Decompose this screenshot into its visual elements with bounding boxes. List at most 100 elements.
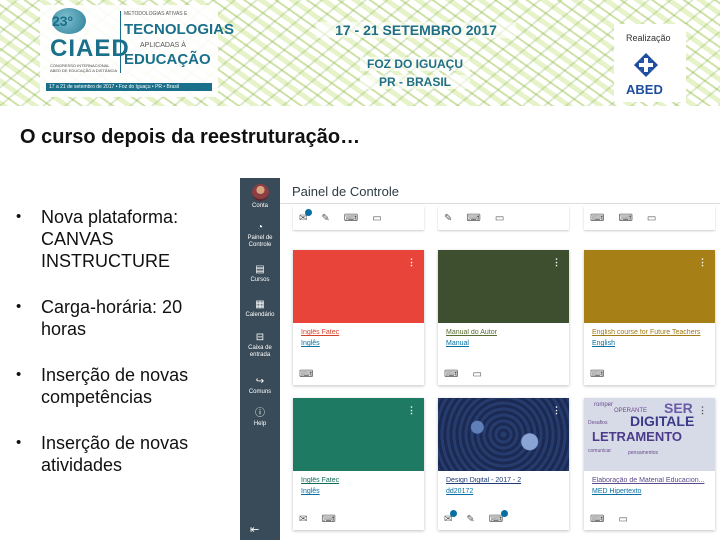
course-code[interactable]: Inglês bbox=[301, 340, 320, 347]
logo-footer: 17 a 21 de setembro de 2017 • Foz do Igu… bbox=[46, 83, 212, 91]
nav-courses[interactable]: ▤ Cursos bbox=[240, 264, 280, 284]
card-actions: ⌨ bbox=[299, 369, 313, 380]
files-icon[interactable]: ▭ bbox=[618, 514, 627, 525]
course-code[interactable]: dd20172 bbox=[446, 488, 473, 495]
card-options-icon[interactable]: ⋮ bbox=[552, 258, 561, 267]
nav-label: Caixa de entrada bbox=[248, 345, 272, 358]
course-title[interactable]: English course for Future Teachers bbox=[592, 329, 712, 336]
bullet-item: • Nova plataforma: CANVAS INSTRUCTURE bbox=[16, 206, 231, 272]
card-actions: ⌨ ⌨ ▭ bbox=[590, 213, 656, 224]
nav-label: Comuns bbox=[248, 389, 272, 395]
wordcloud-word: Desafios bbox=[588, 420, 608, 426]
nav-label: Cursos bbox=[250, 277, 270, 283]
course-code[interactable]: English bbox=[592, 340, 615, 347]
announcements-icon[interactable]: ✉ bbox=[444, 510, 458, 525]
card-actions: ⌨ ▭ bbox=[590, 514, 628, 525]
bullet-item: • Inserção de novas competências bbox=[16, 364, 231, 408]
collapse-nav-icon[interactable]: ⇤ bbox=[250, 523, 259, 536]
bullet-item: • Inserção de novas atividades bbox=[16, 432, 231, 476]
card-options-icon[interactable]: ⋮ bbox=[698, 258, 707, 267]
course-code[interactable]: MED Hipertexto bbox=[592, 488, 641, 495]
global-navigation: Conta ◔ Painel de Controle ▤ Cursos ▦ Ca… bbox=[240, 178, 280, 540]
ciaed-logo: 23º CIAED CONGRESSO INTERNACIONAL ABED D… bbox=[40, 5, 234, 97]
wordcloud-word: OPERANTE bbox=[614, 408, 648, 414]
files-icon[interactable]: ▭ bbox=[472, 369, 481, 380]
card-options-icon[interactable]: ⋮ bbox=[698, 406, 707, 415]
bullet-dot: • bbox=[16, 366, 22, 383]
course-card[interactable]: ⋮ Manual do Autor Manual ⌨ ▭ bbox=[438, 250, 569, 385]
course-title[interactable]: Inglês Fatec bbox=[301, 477, 421, 484]
discussions-icon[interactable]: ⌨ bbox=[321, 514, 335, 525]
course-title[interactable]: Design Digital - 2017 - 2 bbox=[446, 477, 566, 484]
dashboard-content: Painel de Controle ✉ ✎ ⌨ ▭ ✎ ⌨ ▭ ⌨ ⌨ ▭ ⋮… bbox=[280, 178, 720, 540]
nav-help[interactable]: ⓘ Help bbox=[240, 408, 280, 428]
card-actions: ⌨ ▭ bbox=[444, 369, 482, 380]
commons-icon: ↪ bbox=[255, 376, 265, 387]
course-code[interactable]: Inglês bbox=[301, 488, 320, 495]
bullet-text: Carga-horária: 20 horas bbox=[41, 297, 183, 339]
bullet-text: Nova plataforma: CANVAS INSTRUCTURE bbox=[41, 207, 179, 271]
announcements-icon[interactable]: ✉ bbox=[299, 209, 313, 224]
nav-commons[interactable]: ↪ Comuns bbox=[240, 376, 280, 396]
help-icon: ⓘ bbox=[255, 408, 265, 419]
discussions-icon[interactable]: ⌨ bbox=[590, 369, 604, 380]
course-card[interactable]: SER DIGITALE LETRAMENTO romper OPERANTE … bbox=[584, 398, 715, 530]
course-card-partial[interactable]: ⌨ ⌨ ▭ bbox=[584, 206, 715, 230]
card-options-icon[interactable]: ⋮ bbox=[552, 406, 561, 415]
bullet-text: Inserção de novas atividades bbox=[41, 433, 189, 475]
card-options-icon[interactable]: ⋮ bbox=[407, 406, 416, 415]
avatar-icon bbox=[251, 184, 269, 201]
course-card[interactable]: ⋮ Inglês Fatec Inglês ✉ ⌨ bbox=[293, 398, 424, 530]
conference-banner: 23º CIAED CONGRESSO INTERNACIONAL ABED D… bbox=[0, 0, 720, 106]
card-actions: ✎ ⌨ ▭ bbox=[444, 213, 504, 224]
bullet-dot: • bbox=[16, 298, 22, 315]
logo-line1: METODOLOGIAS ATIVAS E bbox=[124, 11, 188, 17]
logo-line4: EDUCAÇÃO bbox=[124, 51, 211, 68]
page-title: Painel de Controle bbox=[292, 184, 399, 199]
card-options-icon[interactable]: ⋮ bbox=[407, 258, 416, 267]
course-card-partial[interactable]: ✉ ✎ ⌨ ▭ bbox=[293, 206, 424, 230]
course-card-partial[interactable]: ✎ ⌨ ▭ bbox=[438, 206, 569, 230]
course-code[interactable]: Manual bbox=[446, 340, 469, 347]
discussions-icon[interactable]: ⌨ bbox=[489, 510, 509, 525]
nav-label: Help bbox=[253, 421, 267, 427]
nav-inbox[interactable]: ⊟ Caixa de entrada bbox=[240, 332, 280, 359]
course-title[interactable]: Inglês Fatec bbox=[301, 329, 421, 336]
card-image-artwork: ⋮ bbox=[438, 398, 569, 471]
discussions-icon[interactable]: ⌨ bbox=[590, 514, 604, 525]
badge bbox=[450, 510, 458, 517]
logo-subtitle: CONGRESSO INTERNACIONAL ABED DE EDUCAÇÃO… bbox=[50, 63, 118, 73]
logo-divider bbox=[120, 11, 121, 73]
course-title[interactable]: Manual do Autor bbox=[446, 329, 566, 336]
nav-account[interactable]: Conta bbox=[240, 184, 280, 210]
assignments-icon[interactable]: ✎ bbox=[321, 213, 329, 224]
assignments-icon[interactable]: ✎ bbox=[444, 213, 452, 224]
files-icon[interactable]: ▭ bbox=[495, 213, 504, 224]
card-color-header: ⋮ bbox=[293, 250, 424, 323]
files-icon[interactable]: ▭ bbox=[647, 213, 656, 224]
discussions-icon[interactable]: ⌨ bbox=[590, 213, 604, 224]
course-card[interactable]: ⋮ Inglês Fatec Inglês ⌨ bbox=[293, 250, 424, 385]
course-card[interactable]: ⋮ English course for Future Teachers Eng… bbox=[584, 250, 715, 385]
files-icon[interactable]: ▭ bbox=[372, 213, 381, 224]
dashboard-icon: ◔ bbox=[256, 222, 264, 233]
discussions-icon[interactable]: ⌨ bbox=[444, 369, 458, 380]
slide-title: O curso depois da reestruturação… bbox=[20, 126, 361, 148]
abed-logo-icon bbox=[634, 53, 658, 77]
discussions-icon[interactable]: ⌨ bbox=[618, 213, 632, 224]
course-title[interactable]: Elaboração de Material Educacion... bbox=[592, 477, 712, 484]
discussions-icon[interactable]: ⌨ bbox=[344, 213, 358, 224]
discussions-icon[interactable]: ⌨ bbox=[466, 213, 480, 224]
card-actions: ⌨ bbox=[590, 369, 604, 380]
wordcloud-word: DIGITALE bbox=[630, 413, 695, 429]
dashboard-header: Painel de Controle bbox=[280, 178, 720, 204]
announcements-icon[interactable]: ✉ bbox=[299, 514, 307, 525]
discussions-icon[interactable]: ⌨ bbox=[299, 369, 313, 380]
nav-calendar[interactable]: ▦ Calendário bbox=[240, 299, 280, 319]
courses-icon: ▤ bbox=[255, 264, 265, 275]
nav-label: Conta bbox=[251, 203, 268, 209]
nav-dashboard[interactable]: ◔ Painel de Controle bbox=[240, 222, 280, 249]
course-card[interactable]: ⋮ Design Digital - 2017 - 2 dd20172 ✉ ✎ … bbox=[438, 398, 569, 530]
nav-label: Painel de Controle bbox=[247, 235, 273, 248]
assignments-icon[interactable]: ✎ bbox=[466, 514, 474, 525]
